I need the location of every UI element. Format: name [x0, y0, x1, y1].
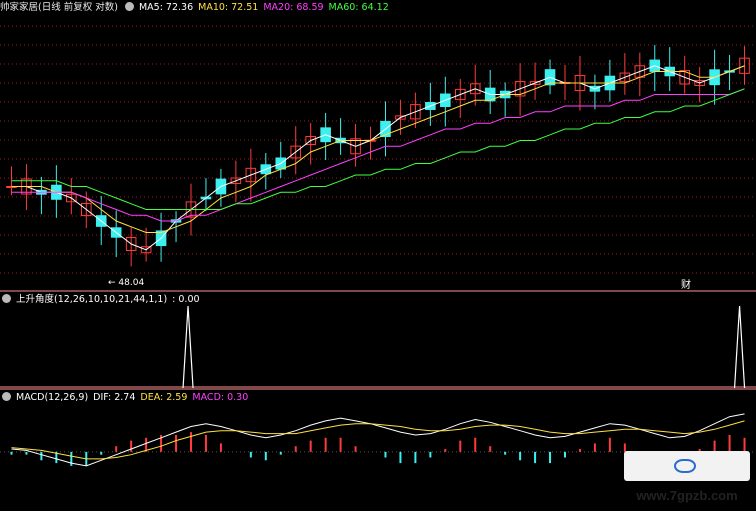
ma5-value: MA5: 72.36	[138, 2, 194, 13]
ma-line-ma5	[11, 65, 745, 251]
macd-dif: DIF: 2.74	[93, 392, 136, 403]
ma10-value: MA10: 72.51	[198, 2, 259, 13]
ma60-value: MA60: 64.12	[328, 2, 389, 13]
stock-title: 帅家家居(日线 前复权 对数)	[0, 2, 118, 13]
watermark-text: www.7gpzb.com	[636, 488, 738, 503]
macd-title: MACD(12,26,9)	[16, 392, 89, 403]
kline-chart[interactable]	[0, 0, 756, 487]
logo-icon	[674, 459, 696, 473]
ma-line-ma20	[11, 88, 745, 222]
indicator-spike	[182, 305, 194, 389]
macd-value: MACD: 0.30	[192, 392, 249, 403]
settings-dot-icon[interactable]	[124, 2, 134, 11]
finance-badge[interactable]: 财	[681, 280, 691, 292]
indicator-value: : 0.00	[172, 294, 200, 305]
indicator-legend: 上升角度(12,26,10,10,21,44,1,1) : 0.00	[0, 292, 205, 308]
main-legend: 帅家家居(日线 前复权 对数) MA5: 72.36 MA10: 72.51 MA20…	[0, 0, 394, 16]
indicator-title: 上升角度(12,26,10,10,21,44,1,1)	[16, 294, 168, 305]
watermark: www.7gpzb.com	[624, 451, 750, 503]
indicator-spike	[733, 305, 746, 389]
low-price-value: 48.04	[118, 278, 145, 288]
indicator-settings-dot-icon[interactable]	[2, 294, 11, 303]
macd-settings-dot-icon[interactable]	[2, 392, 11, 401]
low-price-label: ← 48.04	[108, 278, 145, 288]
macd-legend: MACD(12,26,9) DIF: 2.74 DEA: 2.59 MACD: 0.3…	[0, 390, 253, 406]
ma20-value: MA20: 68.59	[263, 2, 324, 13]
macd-dea: DEA: 2.59	[140, 392, 188, 403]
